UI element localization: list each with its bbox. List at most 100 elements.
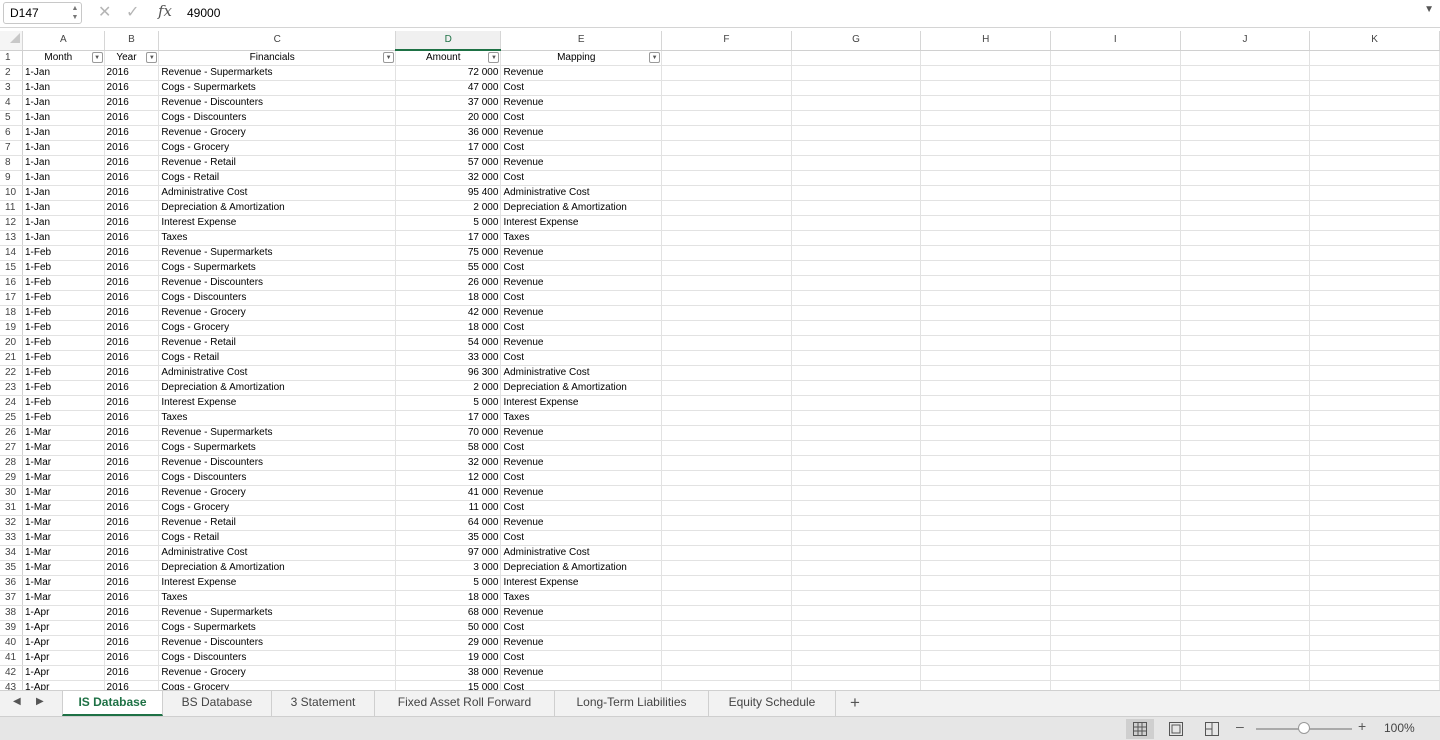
cell-year[interactable]: 2016: [104, 590, 160, 606]
cell[interactable]: [920, 170, 1052, 186]
cell-year[interactable]: 2016: [104, 155, 160, 171]
cell[interactable]: [1180, 290, 1311, 306]
cell[interactable]: [1050, 335, 1181, 351]
column-letter-a[interactable]: A: [22, 31, 105, 51]
cell[interactable]: [1180, 185, 1311, 201]
cell[interactable]: [1050, 635, 1181, 651]
zoom-slider-thumb[interactable]: [1298, 722, 1310, 734]
cell[interactable]: [920, 275, 1052, 291]
cell[interactable]: [1050, 395, 1181, 411]
row-header[interactable]: 38: [0, 605, 23, 621]
cell-mapping[interactable]: Revenue: [500, 485, 663, 501]
cell[interactable]: [1050, 365, 1181, 381]
row-header[interactable]: 26: [0, 425, 23, 441]
cell-mapping[interactable]: Cost: [500, 470, 663, 486]
cell[interactable]: [1050, 200, 1181, 216]
cell-year[interactable]: 2016: [104, 425, 160, 441]
cell-amount[interactable]: 58 000: [395, 440, 502, 456]
cell-year[interactable]: 2016: [104, 515, 160, 531]
cell-amount[interactable]: 96 300: [395, 365, 502, 381]
cell-financials[interactable]: Cogs - Retail: [158, 350, 397, 366]
cell[interactable]: [1050, 110, 1181, 126]
cell[interactable]: [1050, 350, 1181, 366]
cell[interactable]: [1180, 170, 1311, 186]
tab-3-statement[interactable]: 3 Statement: [272, 691, 375, 716]
cell-amount[interactable]: 17 000: [395, 230, 502, 246]
cell-year[interactable]: 2016: [104, 305, 160, 321]
row-header[interactable]: 31: [0, 500, 23, 516]
cell-financials[interactable]: Revenue - Retail: [158, 335, 397, 351]
cell-month[interactable]: 1-Apr: [22, 650, 105, 666]
cell-mapping[interactable]: Cost: [500, 260, 663, 276]
cell[interactable]: [1309, 500, 1440, 516]
cell[interactable]: [1180, 95, 1311, 111]
cell[interactable]: [791, 515, 922, 531]
cell[interactable]: [1309, 470, 1440, 486]
cell-month[interactable]: 1-Jan: [22, 65, 105, 81]
cell[interactable]: [1309, 320, 1440, 336]
column-letter-g[interactable]: G: [791, 31, 922, 51]
cell-year[interactable]: 2016: [104, 335, 160, 351]
cell[interactable]: [920, 455, 1052, 471]
cell[interactable]: [791, 605, 922, 621]
cell[interactable]: [1050, 515, 1181, 531]
cell-month[interactable]: 1-Jan: [22, 185, 105, 201]
cell[interactable]: [791, 440, 922, 456]
column-letter-i[interactable]: I: [1050, 31, 1181, 51]
cell-month[interactable]: 1-Mar: [22, 425, 105, 441]
filter-dropdown-icon[interactable]: ▼: [383, 51, 395, 63]
cell-financials[interactable]: Administrative Cost: [158, 365, 397, 381]
cell[interactable]: [1050, 530, 1181, 546]
column-header-mapping[interactable]: Mapping ▼: [500, 50, 663, 66]
cell-year[interactable]: 2016: [104, 500, 160, 516]
cell-amount[interactable]: 33 000: [395, 350, 502, 366]
cell[interactable]: [791, 155, 922, 171]
cell-amount[interactable]: 11 000: [395, 500, 502, 516]
cell[interactable]: [1309, 275, 1440, 291]
cell[interactable]: [661, 320, 792, 336]
cell[interactable]: [1309, 410, 1440, 426]
row-header[interactable]: 27: [0, 440, 23, 456]
cell[interactable]: [1309, 50, 1440, 66]
cell[interactable]: [1050, 230, 1181, 246]
cell[interactable]: [1050, 470, 1181, 486]
cell-mapping[interactable]: Revenue: [500, 635, 663, 651]
row-header[interactable]: 18: [0, 305, 23, 321]
cell-mapping[interactable]: Depreciation & Amortization: [500, 560, 663, 576]
cell[interactable]: [791, 545, 922, 561]
cell[interactable]: [791, 80, 922, 96]
cell[interactable]: [791, 410, 922, 426]
row-header[interactable]: 19: [0, 320, 23, 336]
cell-month[interactable]: 1-Feb: [22, 275, 105, 291]
cell-year[interactable]: 2016: [104, 275, 160, 291]
cell-financials[interactable]: Revenue - Grocery: [158, 125, 397, 141]
cell[interactable]: [661, 665, 792, 681]
cell[interactable]: [1309, 365, 1440, 381]
row-header[interactable]: 37: [0, 590, 23, 606]
cell[interactable]: [1309, 350, 1440, 366]
cell-financials[interactable]: Cogs - Supermarkets: [158, 80, 397, 96]
cell-amount[interactable]: 38 000: [395, 665, 502, 681]
cell-financials[interactable]: Administrative Cost: [158, 185, 397, 201]
cell[interactable]: [661, 560, 792, 576]
row-header[interactable]: 11: [0, 200, 23, 216]
cell[interactable]: [1309, 155, 1440, 171]
cell[interactable]: [920, 50, 1052, 66]
cell[interactable]: [791, 50, 922, 66]
tab-equity-schedule[interactable]: Equity Schedule: [709, 691, 836, 716]
cell[interactable]: [791, 635, 922, 651]
cell-year[interactable]: 2016: [104, 545, 160, 561]
cell-financials[interactable]: Taxes: [158, 410, 397, 426]
cell[interactable]: [1050, 605, 1181, 621]
cell-year[interactable]: 2016: [104, 680, 160, 690]
cell[interactable]: [1309, 80, 1440, 96]
column-letter-c[interactable]: C: [158, 31, 397, 51]
cell[interactable]: [1050, 650, 1181, 666]
cell[interactable]: [661, 140, 792, 156]
cell[interactable]: [1180, 605, 1311, 621]
cell[interactable]: [1180, 560, 1311, 576]
cell-financials[interactable]: Revenue - Retail: [158, 515, 397, 531]
cell[interactable]: [1180, 590, 1311, 606]
cell[interactable]: [920, 200, 1052, 216]
cell-financials[interactable]: Revenue - Discounters: [158, 95, 397, 111]
